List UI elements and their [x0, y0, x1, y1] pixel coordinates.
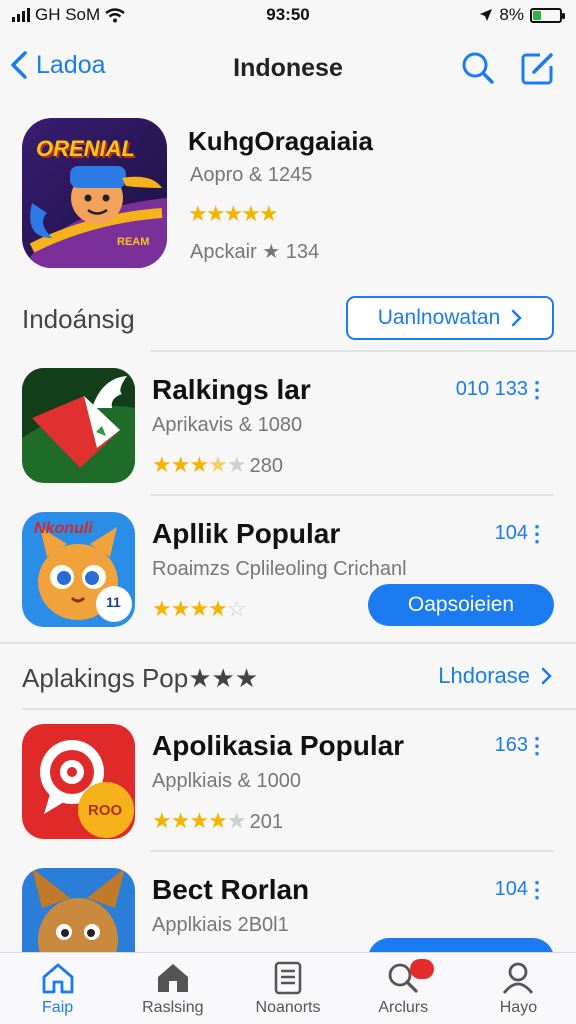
app-name: Ralkings lar	[152, 374, 311, 405]
more-options-button[interactable]: ⋮	[526, 877, 548, 903]
list-item[interactable]: Bect Rorlan Applkiais 2B0l1 104 ⋮	[0, 868, 576, 952]
featured-app-stars: ★★★★★	[188, 201, 279, 226]
app-rating-stars: ★★★★★ 201	[152, 808, 283, 834]
app-name: Bect Rorlan	[152, 874, 310, 905]
tab-label: Raslsing	[142, 999, 204, 1016]
more-options-button[interactable]: ⋮	[526, 521, 548, 547]
section-see-all-link[interactable]: Lhdorase	[438, 663, 552, 689]
home-filled-icon	[157, 964, 188, 992]
chevron-right-icon	[541, 667, 552, 685]
compose-button[interactable]	[520, 50, 556, 86]
featured-app-icon[interactable]: ORENIAL REAM	[22, 118, 167, 268]
chevron-right-icon	[512, 309, 523, 327]
divider	[150, 850, 554, 852]
section-title: Aplakings Pop★★★	[22, 663, 259, 693]
stars-empty: ★	[226, 808, 247, 833]
tab-noanorts[interactable]: Noanorts	[230, 953, 345, 1024]
app-count: 010 133	[455, 378, 528, 400]
app-icon[interactable]	[22, 368, 135, 483]
tab-label: Arclurs	[378, 999, 429, 1016]
battery-percent: 8%	[499, 5, 524, 24]
featured-app-subtitle: Aopro & 1245	[190, 164, 313, 186]
navigation-bar: Ladoa Indonese	[0, 38, 576, 98]
notification-badge	[409, 959, 434, 979]
featured-app-meta: Apckair ★ 134	[190, 241, 320, 263]
app-subtitle: Aprikavis & 1080	[152, 414, 303, 436]
app-subtitle: Roaimzs Cplileoling Crichanl	[152, 558, 407, 580]
search-button[interactable]	[460, 50, 496, 86]
list-item[interactable]: ROO Apolikasia Popular Applkiais & 1000 …	[0, 724, 576, 854]
app-icon[interactable]: Nkonuli 11	[22, 512, 135, 627]
stars-half: ★	[208, 452, 228, 477]
tab-bar: Faip Raslsing Noanorts Arclurs Hayo	[0, 952, 576, 1024]
app-subtitle: Applkiais & 1000	[152, 770, 301, 792]
list-item[interactable]: Ralkings lar Aprikavis & 1080 ★★★★★ 280 0…	[0, 368, 576, 498]
tab-faip[interactable]: Faip	[0, 953, 115, 1024]
section-title: Indoánsig	[22, 304, 135, 334]
section-link-label: Uanlnowatan	[377, 306, 501, 329]
divider	[0, 642, 576, 644]
battery-icon	[530, 7, 565, 23]
stars-empty: ☆	[226, 596, 247, 621]
stars-empty: ★	[226, 452, 247, 477]
rating-count: 201	[249, 811, 283, 833]
app-icon-badge: 11	[106, 594, 121, 610]
location-icon	[480, 9, 493, 21]
open-button[interactable]: Oapsoieien	[368, 584, 554, 626]
app-count: 104	[494, 878, 528, 900]
app-icon-text: ROO	[88, 802, 123, 819]
featured-app-name: KuhgOragaiaia	[188, 126, 373, 156]
tab-arclurs[interactable]: Arclurs	[346, 953, 461, 1024]
app-name: Apolikasia Popular	[152, 730, 405, 761]
divider	[150, 350, 576, 352]
app-rating-stars: ★★★★☆	[152, 596, 247, 622]
app-icon-text: Nkonuli	[34, 520, 93, 537]
app-rating-stars: ★★★★★ 280	[152, 452, 283, 478]
document-icon	[274, 961, 302, 995]
app-icon[interactable]: ROO	[22, 724, 135, 839]
divider	[22, 708, 576, 710]
tab-hayo[interactable]: Hayo	[461, 953, 576, 1024]
open-button[interactable]	[368, 938, 554, 952]
featured-icon-tag: REAM	[117, 236, 150, 248]
house-icon	[42, 963, 73, 994]
app-count: 104	[494, 522, 528, 544]
tab-label: Hayo	[499, 999, 538, 1016]
compose-icon	[521, 53, 553, 85]
status-bar: GH SoM 93:50 8%	[0, 0, 576, 30]
app-count: 163	[494, 734, 528, 756]
rating-count: 280	[249, 455, 284, 477]
featured-app[interactable]: ORENIAL REAM KuhgOragaiaia Aopro & 1245 …	[0, 116, 576, 276]
section-see-all-button[interactable]: Uanlnowatan	[346, 296, 554, 340]
app-icon[interactable]	[22, 868, 135, 952]
search-icon	[462, 52, 494, 84]
stars-filled: ★★★★	[152, 808, 228, 833]
app-subtitle: Applkiais 2B0l1	[152, 914, 289, 936]
featured-icon-text: ORENIAL	[36, 136, 135, 161]
tab-label: Faip	[42, 999, 74, 1016]
tab-label: Noanorts	[255, 999, 321, 1016]
stars-filled: ★★★★	[152, 596, 228, 621]
app-name: Apllik Popular	[152, 518, 341, 549]
more-options-button[interactable]: ⋮	[526, 377, 548, 403]
section-link-label: Lhdorase	[438, 663, 530, 688]
status-right: 8%	[479, 5, 565, 25]
person-icon	[503, 962, 534, 994]
tab-raslsing[interactable]: Raslsing	[115, 953, 230, 1024]
divider	[150, 494, 554, 496]
more-options-button[interactable]: ⋮	[526, 733, 548, 759]
list-item[interactable]: Nkonuli 11 Apllik Popular Roaimzs Cplile…	[0, 512, 576, 642]
stars-filled: ★★★	[152, 452, 209, 477]
